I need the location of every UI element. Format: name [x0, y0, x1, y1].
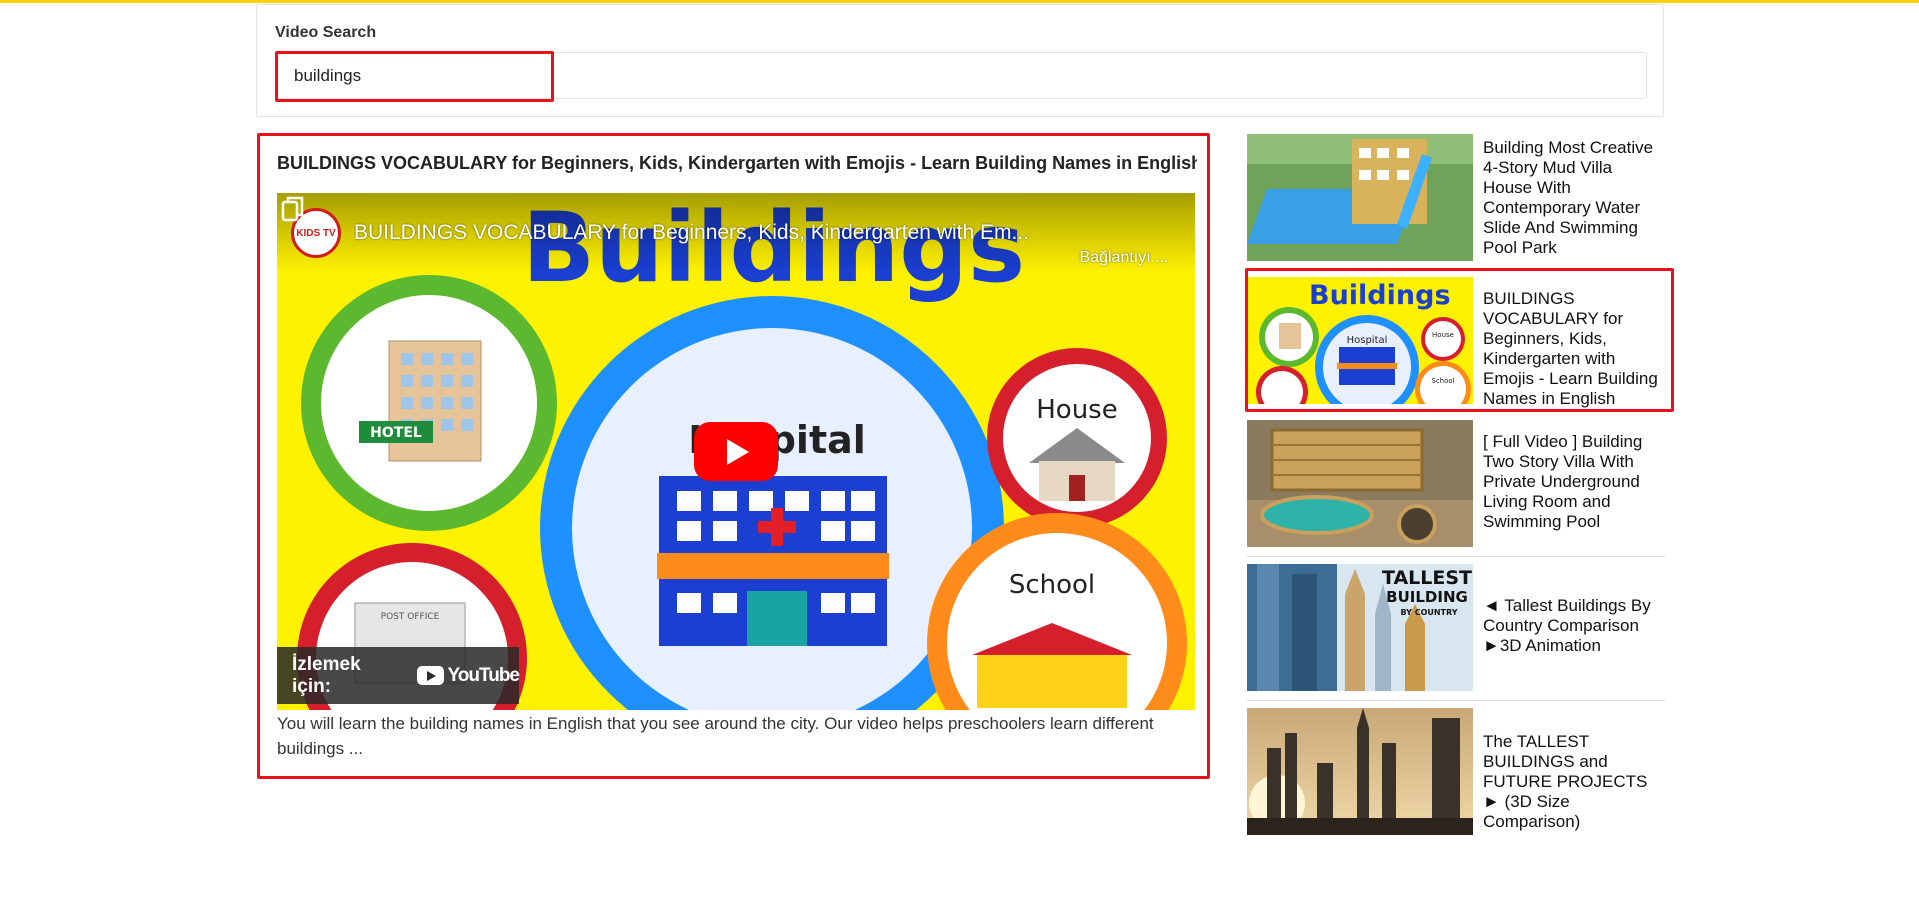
main-video-title[interactable]: BUILDINGS VOCABULARY for Beginners, Kids…	[277, 153, 1197, 174]
svg-text:School: School	[1009, 570, 1095, 600]
main-video-card: BUILDINGS VOCABULARY for Beginners, Kids…	[257, 133, 1210, 779]
svg-text:School: School	[1431, 377, 1454, 385]
svg-text:POST OFFICE: POST OFFICE	[381, 612, 440, 622]
related-video-title[interactable]: BUILDINGS VOCABULARY for Beginners, Kids…	[1483, 289, 1665, 409]
svg-text:House: House	[1036, 395, 1117, 425]
video-search-label: Video Search	[275, 24, 377, 41]
video-player[interactable]: Buildings HOTEL Hospital	[277, 193, 1195, 710]
video-search-panel: Video Search	[256, 4, 1664, 117]
main-video-description: You will learn the building names in Eng…	[277, 714, 1154, 758]
related-video-item[interactable]: Building Most Creative 4-Story Mud Villa…	[1247, 134, 1665, 261]
svg-text:Hospital: Hospital	[1347, 335, 1388, 346]
related-video-thumbnail[interactable]	[1247, 420, 1473, 547]
copy-link-label[interactable]: Bağlantıyı ...	[1069, 249, 1179, 267]
svg-text:Buildings: Buildings	[1309, 280, 1451, 311]
related-video-item[interactable]: Buildings Hospital House School BUILDING…	[1247, 277, 1665, 408]
youtube-logo-text: YouTube	[447, 664, 520, 686]
related-video-title[interactable]: ◄ Tallest Buildings By Country Compariso…	[1483, 596, 1665, 656]
related-video-item[interactable]: [ Full Video ] Building Two Story Villa …	[1247, 420, 1665, 547]
play-icon[interactable]	[694, 422, 778, 481]
related-video-thumbnail[interactable]	[1247, 708, 1473, 835]
youtube-logo-icon	[417, 666, 444, 685]
related-video-title[interactable]: The TALLEST BUILDINGS and FUTURE PROJECT…	[1483, 732, 1665, 832]
video-search-input[interactable]	[276, 53, 1646, 98]
search-input-wrapper	[275, 52, 1647, 99]
copy-link-icon[interactable]	[277, 193, 311, 227]
top-accent-bar	[0, 0, 1919, 3]
svg-text:TALLEST: TALLEST	[1382, 567, 1472, 589]
svg-text:BUILDING: BUILDING	[1386, 588, 1468, 606]
watch-on-label: İzlemek için:	[292, 653, 361, 697]
svg-text:House: House	[1432, 331, 1454, 339]
svg-text:HOTEL: HOTEL	[370, 425, 422, 441]
related-video-thumbnail[interactable]	[1247, 134, 1473, 261]
list-divider	[1247, 556, 1665, 557]
related-video-title[interactable]: Building Most Creative 4-Story Mud Villa…	[1483, 138, 1665, 258]
svg-text:BY COUNTRY: BY COUNTRY	[1400, 608, 1457, 617]
player-video-title[interactable]: BUILDINGS VOCABULARY for Beginners, Kids…	[354, 221, 1054, 245]
watch-on-youtube-button[interactable]: İzlemek için: YouTube	[277, 647, 520, 704]
related-video-thumbnail[interactable]: Buildings Hospital House School	[1247, 277, 1473, 404]
related-video-thumbnail[interactable]: TALLEST BUILDING BY COUNTRY	[1247, 564, 1473, 691]
related-video-item[interactable]: The TALLEST BUILDINGS and FUTURE PROJECT…	[1247, 708, 1665, 835]
related-video-title[interactable]: [ Full Video ] Building Two Story Villa …	[1483, 432, 1665, 532]
related-video-item[interactable]: TALLEST BUILDING BY COUNTRY ◄ Tallest Bu…	[1247, 564, 1665, 691]
list-divider	[1247, 700, 1665, 701]
